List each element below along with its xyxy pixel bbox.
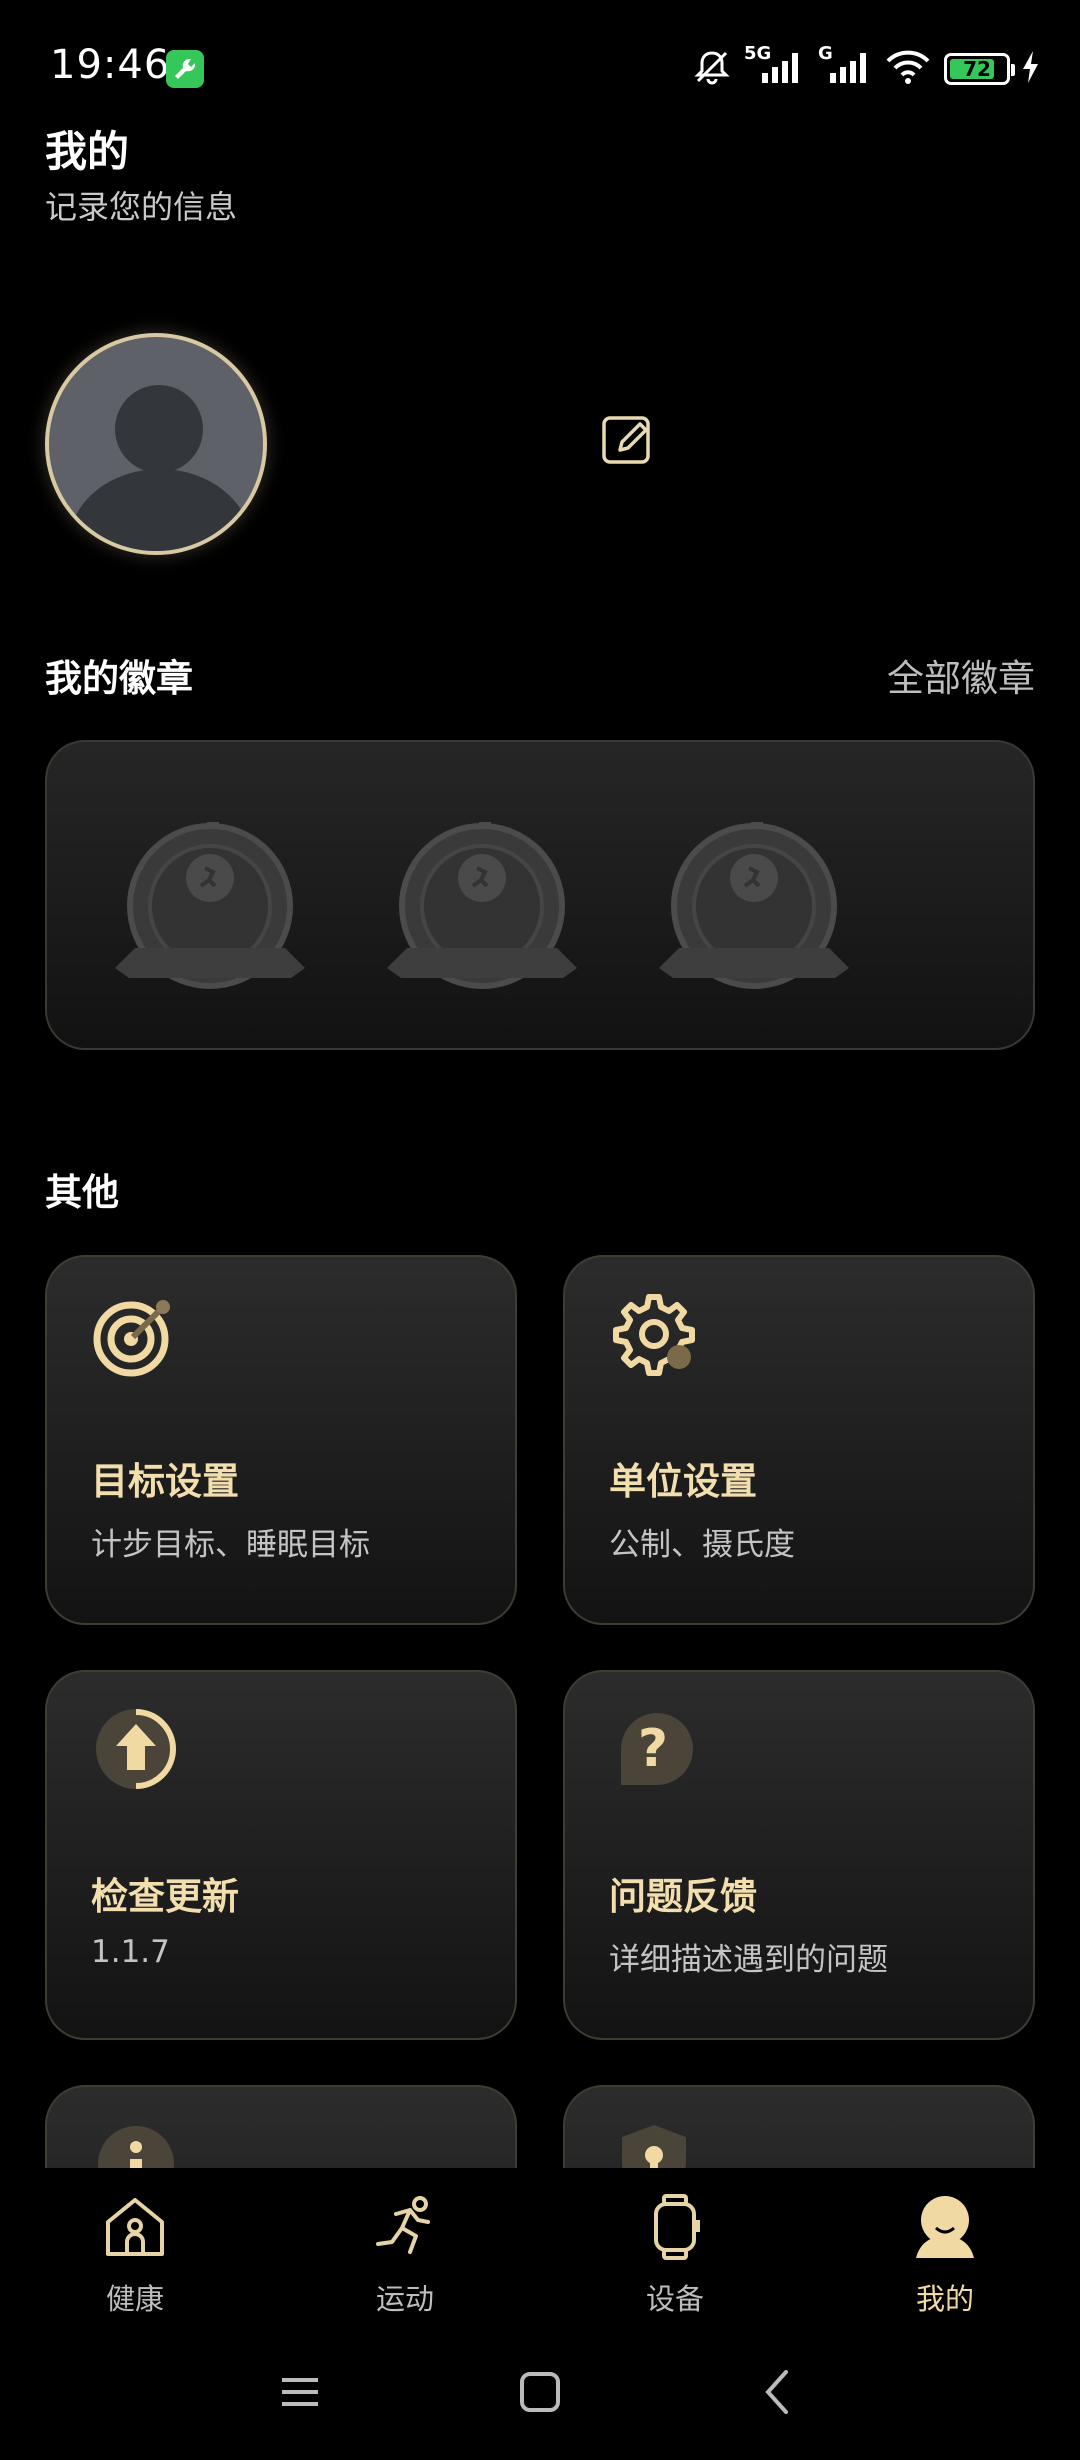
card-subtitle: 计步目标、睡眠目标 xyxy=(91,1527,370,1563)
nav-mine[interactable]: 我的 xyxy=(875,2192,1015,2322)
nav-label: 运动 xyxy=(375,2282,434,2316)
running-icon xyxy=(376,2196,430,2254)
charging-icon xyxy=(1022,50,1040,88)
card-title: 问题反馈 xyxy=(609,1875,757,1918)
status-bar: 19:46 5G G 72 xyxy=(0,0,1080,130)
card-subtitle: 公制、摄氏度 xyxy=(609,1527,795,1563)
home-square-icon[interactable] xyxy=(510,2362,570,2422)
wrench-icon xyxy=(166,50,204,88)
status-icons: 5G G 72 xyxy=(692,43,1040,92)
status-time: 19:46 xyxy=(50,42,171,88)
question-icon: ? xyxy=(609,1704,699,1794)
card-title: 目标设置 xyxy=(91,1460,239,1503)
nav-device[interactable]: 设备 xyxy=(605,2192,745,2322)
home-icon xyxy=(106,2198,164,2256)
card-title: 单位设置 xyxy=(609,1460,757,1503)
network-g-label: G xyxy=(818,43,833,64)
edit-profile-button[interactable] xyxy=(598,410,658,470)
nav-label: 我的 xyxy=(915,2282,974,2316)
badges-card[interactable] xyxy=(45,740,1035,1050)
gear-icon xyxy=(609,1289,699,1379)
feedback-card[interactable]: ? 问题反馈 详细描述遇到的问题 xyxy=(563,1670,1035,2040)
back-icon[interactable] xyxy=(748,2362,808,2422)
target-icon xyxy=(91,1289,181,1379)
mute-bell-icon xyxy=(692,47,732,91)
signal-5g-icon: 5G xyxy=(744,43,806,91)
unit-settings-card[interactable]: 单位设置 公制、摄氏度 xyxy=(563,1255,1035,1625)
menu-icon[interactable] xyxy=(270,2362,330,2422)
update-arrow-icon xyxy=(91,1704,181,1794)
badge-medal-icon[interactable] xyxy=(659,822,849,992)
wifi-icon xyxy=(884,47,932,91)
card-subtitle: 详细描述遇到的问题 xyxy=(609,1942,888,1978)
nav-health[interactable]: 健康 xyxy=(65,2192,205,2322)
other-section-title: 其他 xyxy=(45,1171,119,1214)
profile-icon xyxy=(916,2196,974,2258)
nav-label: 健康 xyxy=(105,2282,164,2316)
battery-icon: 72 xyxy=(944,53,1015,85)
bottom-nav: 健康 运动 设备 我的 xyxy=(0,2168,1080,2328)
system-nav-bar xyxy=(0,2328,1080,2460)
nav-sport[interactable]: 运动 xyxy=(335,2192,475,2322)
nav-label: 设备 xyxy=(645,2282,704,2316)
svg-text:?: ? xyxy=(638,1719,668,1779)
badge-medal-icon[interactable] xyxy=(115,822,305,992)
signal-g-icon: G xyxy=(818,43,872,91)
watch-icon xyxy=(654,2194,700,2260)
app-version: 1.1.7 xyxy=(91,1934,170,1970)
page-title: 我的 xyxy=(45,127,130,176)
page-subtitle: 记录您的信息 xyxy=(45,188,238,226)
avatar[interactable] xyxy=(45,333,267,555)
battery-level: 72 xyxy=(963,57,991,81)
card-title: 检查更新 xyxy=(91,1875,239,1918)
badge-medal-icon[interactable] xyxy=(387,822,577,992)
edit-icon xyxy=(602,416,650,464)
check-update-card[interactable]: 检查更新 1.1.7 xyxy=(45,1670,517,2040)
all-badges-link[interactable]: 全部徽章 xyxy=(887,648,1035,702)
network-5g-label: 5G xyxy=(744,43,772,64)
badges-section-title: 我的徽章 xyxy=(45,657,193,700)
goal-settings-card[interactable]: 目标设置 计步目标、睡眠目标 xyxy=(45,1255,517,1625)
